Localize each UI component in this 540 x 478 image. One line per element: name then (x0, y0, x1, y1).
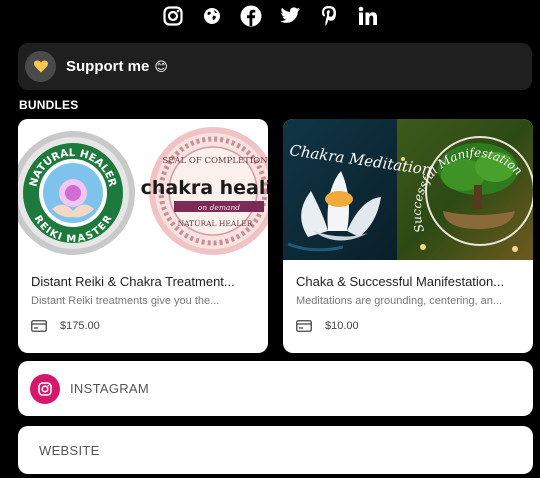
bundle-thumbnail-meditation: Chakra Meditation Successful Manifestati… (283, 119, 533, 260)
credit-card-icon (296, 320, 312, 332)
credit-card-icon (31, 320, 47, 332)
instagram-link-button[interactable]: INSTAGRAM (18, 361, 533, 416)
website-link-button[interactable]: WEBSITE (18, 426, 533, 474)
svg-text:chakra healin: chakra healin (141, 177, 268, 199)
pinterest-icon[interactable] (318, 5, 340, 27)
bundle-card[interactable]: NATURAL HEALER REIKI MASTER SEAL OF COMP… (18, 119, 268, 353)
heart-badge (25, 51, 56, 82)
linkedin-icon[interactable] (357, 5, 379, 27)
smile-emoji: 😊 (154, 58, 168, 74)
bundle-thumbnail-reiki: NATURAL HEALER REIKI MASTER SEAL OF COMP… (18, 119, 268, 260)
bundle-price-row: $175.00 (31, 320, 100, 332)
bundles-heading: BUNDLES (19, 98, 79, 112)
bundle-description: Distant Reiki treatments give you the... (31, 295, 220, 307)
instagram-icon (38, 381, 52, 396)
instagram-link-label: INSTAGRAM (70, 381, 150, 396)
bundle-title: Distant Reiki & Chakra Treatment... (31, 274, 235, 289)
bundle-price: $175.00 (60, 320, 100, 332)
bundle-price-row: $10.00 (296, 320, 359, 332)
bundle-title: Chaka & Successful Manifestation... (296, 274, 505, 289)
support-label: Support me (66, 58, 150, 75)
bundle-description: Meditations are grounding, centering, an… (296, 295, 503, 307)
instagram-badge (30, 373, 60, 404)
social-links (0, 3, 540, 29)
svg-text:NATURAL HEALER: NATURAL HEALER (178, 219, 253, 228)
bundle-card[interactable]: Chakra Meditation Successful Manifestati… (283, 119, 533, 353)
heart-icon (33, 60, 48, 73)
facebook-icon[interactable] (240, 5, 262, 27)
twitter-icon[interactable] (279, 5, 301, 27)
instagram-icon[interactable] (162, 5, 184, 27)
bundle-price: $10.00 (325, 320, 359, 332)
website-link-label: WEBSITE (39, 442, 100, 458)
support-me-button[interactable]: Support me 😊 (18, 43, 532, 90)
globe-icon[interactable] (201, 5, 223, 27)
svg-text:on demand: on demand (198, 203, 240, 212)
svg-text:SEAL OF COMPLETION: SEAL OF COMPLETION (162, 156, 268, 166)
